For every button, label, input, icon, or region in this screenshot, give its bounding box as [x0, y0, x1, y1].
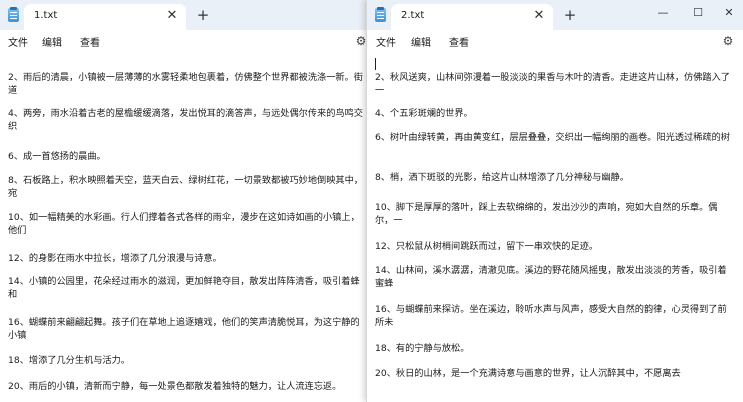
text-line: 12、的身影在雨水中拉长，增添了几分浪漫与诗意。 — [8, 253, 222, 264]
menu-edit[interactable]: 编辑 — [42, 34, 62, 49]
text-line: 14、小镇的公园里，花朵经过雨水的滋润，更加鲜艳夺目，散发出阵阵清香，吸引着蜂和 — [8, 276, 360, 300]
notepad-window-2: 2.txt ✕ + — ☐ ✕ 文件 编辑 查看 ⚙ 2、秋风送爽，山林间弥漫着… — [366, 0, 743, 402]
text-line: 10、脚下是厚厚的落叶，踩上去软绵绵的，发出沙沙的声响，宛如大自然的乐章。偶尔，… — [375, 202, 718, 226]
new-tab-plus-icon[interactable]: + — [194, 6, 212, 24]
close-tab-icon[interactable]: ✕ — [164, 8, 180, 24]
text-line: 6、成一首悠扬的晨曲。 — [8, 151, 106, 162]
text-line: 16、与蝴蝶前来探访。坐在溪边，聆听水声与风声，感受大自然的韵律，心灵得到了前所… — [375, 304, 727, 328]
text-line: 2、秋风送爽，山林间弥漫着一股淡淡的果香与木叶的清香。走进这片山林，仿佛踏入了一 — [375, 72, 730, 96]
settings-gear-icon[interactable]: ⚙ — [721, 34, 735, 48]
notepad-app-icon — [8, 7, 19, 22]
settings-gear-icon[interactable]: ⚙ — [354, 34, 366, 48]
tab-1-txt[interactable]: 1.txt ✕ — [24, 4, 186, 30]
text-line: 20、秋日的山林，是一个充满诗意与画意的世界，让人沉醉其中，不愿离去 — [375, 368, 681, 379]
text-line: 16、蝴蝶前来翩翩起舞。孩子们在草地上追逐嬉戏，他们的笑声清脆悦耳，为这宁静的小… — [8, 317, 360, 341]
text-line: 14、山林间，溪水潺潺，清澈见底。溪边的野花随风摇曳，散发出淡淡的芳香，吸引着蜜… — [375, 265, 727, 289]
menu-bar: 文件 编辑 查看 ⚙ — [0, 30, 366, 54]
text-line: 18、增添了几分生机与活力。 — [8, 355, 130, 366]
title-bar: 2.txt ✕ + — ☐ ✕ — [367, 0, 743, 30]
tab-title: 1.txt — [34, 10, 58, 21]
text-line: 2、雨后的清晨，小镇被一层薄薄的水雾轻柔地包裹着，仿佛整个世界都被洗涤一新。街道 — [8, 72, 363, 96]
text-editor-area[interactable]: 2、秋风送爽，山林间弥漫着一股淡淡的果香与木叶的清香。走进这片山林，仿佛踏入了一… — [367, 54, 743, 402]
notepad-app-icon — [375, 7, 386, 22]
menu-view[interactable]: 查看 — [449, 34, 469, 49]
text-line: 10、如一幅精美的水彩画。行人们撑着各式各样的雨伞，漫步在这如诗如画的小镇上，他… — [8, 212, 360, 236]
close-tab-icon[interactable]: ✕ — [531, 8, 547, 24]
menu-view[interactable]: 查看 — [80, 34, 100, 49]
text-line: 12、只松鼠从树梢间跳跃而过，留下一串欢快的足迹。 — [375, 241, 599, 252]
text-line: 4、两旁，雨水沿着古老的屋檐缓缓滴落，发出悦耳的滴答声，与远处偶尔传来的鸟鸣交织 — [8, 108, 363, 132]
menu-file[interactable]: 文件 — [8, 34, 28, 49]
close-window-icon[interactable]: ✕ — [714, 2, 743, 24]
new-tab-plus-icon[interactable]: + — [561, 6, 579, 24]
tab-2-txt[interactable]: 2.txt ✕ — [391, 4, 553, 30]
title-bar: 1.txt ✕ + — [0, 0, 366, 30]
menu-file[interactable]: 文件 — [376, 34, 396, 49]
text-line: 8、梢，洒下斑驳的光影，给这片山林增添了几分神秘与幽静。 — [375, 172, 629, 183]
text-line: 8、石板路上，积水映照着天空，蓝天白云、绿树红花，一切景致都被巧妙地倒映其中，宛 — [8, 175, 363, 199]
maximize-icon[interactable]: ☐ — [683, 2, 713, 24]
text-line: 6、树叶由绿转黄，再由黄变红，层层叠叠，交织出一幅绚丽的画卷。阳光透过稀疏的树 — [375, 132, 730, 143]
text-cursor — [375, 58, 376, 70]
menu-bar: 文件 编辑 查看 ⚙ — [367, 30, 743, 54]
menu-edit[interactable]: 编辑 — [411, 34, 431, 49]
text-line: 18、有的宁静与放松。 — [375, 343, 470, 354]
notepad-window-1: 1.txt ✕ + 文件 编辑 查看 ⚙ 2、雨后的清晨，小镇被一层薄薄的水雾轻… — [0, 0, 366, 402]
text-editor-area[interactable]: 2、雨后的清晨，小镇被一层薄薄的水雾轻柔地包裹着，仿佛整个世界都被洗涤一新。街道… — [0, 54, 366, 402]
minimize-icon[interactable]: — — [648, 2, 678, 24]
text-line: 20、雨后的小镇，清新而宁静，每一处景色都散发着独特的魅力，让人流连忘返。 — [8, 381, 342, 392]
tab-title: 2.txt — [401, 10, 425, 21]
text-line: 4、个五彩斑斓的世界。 — [375, 108, 473, 119]
